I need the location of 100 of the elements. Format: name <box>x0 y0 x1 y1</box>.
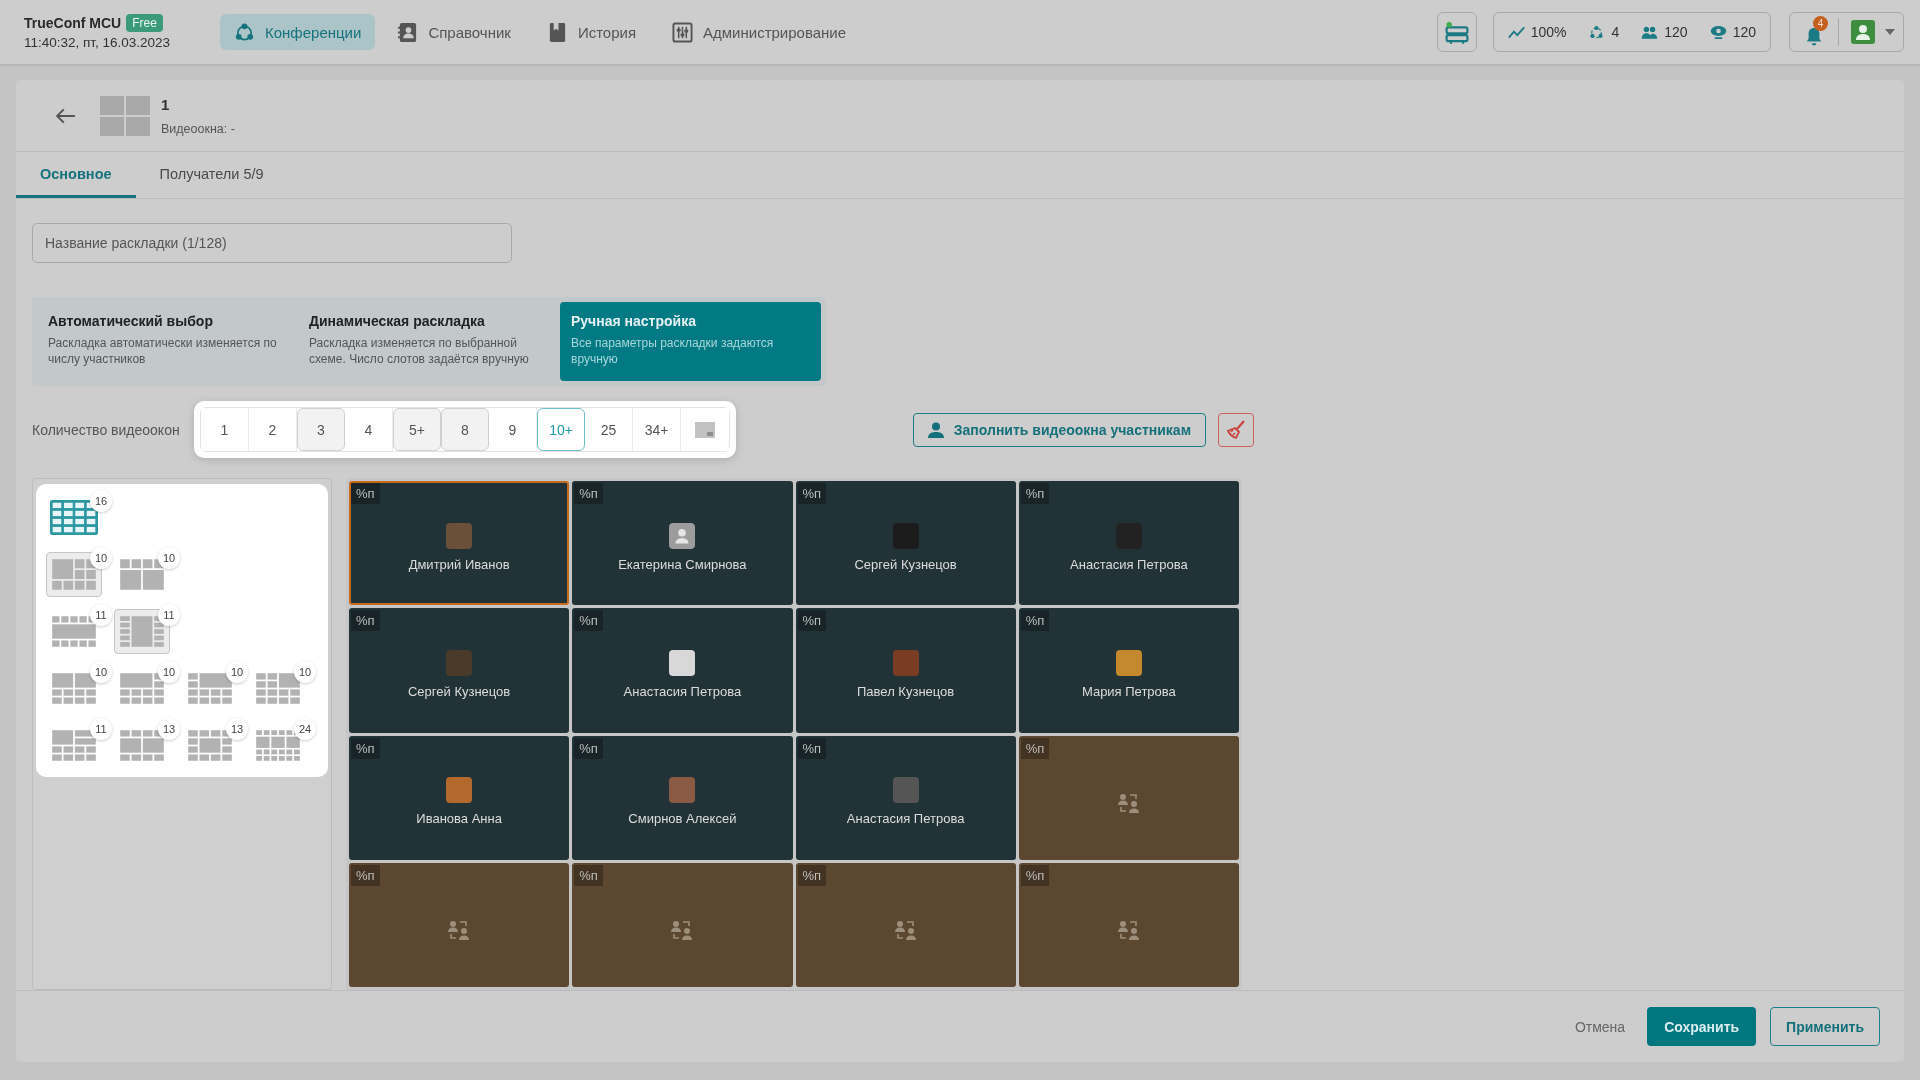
layout-title: 1 <box>161 95 171 113</box>
nav-tab[interactable]: История <box>532 14 651 50</box>
participant-slot[interactable]: %п Смирнов Алексей <box>572 735 793 860</box>
trend-line-icon <box>1507 24 1525 40</box>
slot-tag: %п <box>574 610 603 632</box>
mode-description: Раскладка изменяется по выбранной схеме. Число слотов задаётся вручную <box>309 335 530 367</box>
webcam-icon <box>1709 24 1727 40</box>
slot-count-badge: 13 <box>158 718 180 740</box>
empty-slot[interactable]: %п <box>572 862 793 987</box>
photo-placeholder <box>669 777 696 804</box>
slot-count-badge: 10 <box>90 661 112 683</box>
layout-grid-icon <box>118 728 166 763</box>
participant-name: Павел Кузнецов <box>857 683 955 699</box>
mode-option[interactable]: Ручная настройка Все параметры раскладки задаются вручную <box>560 302 821 381</box>
people-swap-icon <box>1117 792 1140 813</box>
clear-button[interactable] <box>1218 412 1254 447</box>
mode-description: Все параметры раскладки задаются вручную <box>571 335 775 367</box>
slot-count-badge: 11 <box>90 718 112 740</box>
mode-title: Динамическая раскладка <box>309 313 486 329</box>
participant-slot[interactable]: %п Екатерина Смирнова <box>572 481 793 606</box>
slot-tag: %п <box>351 483 380 504</box>
empty-slot[interactable]: %п <box>1018 735 1239 860</box>
participant-slot[interactable]: %п Анастасия Петрова <box>1018 481 1239 606</box>
slot-count-badge: 10 <box>90 547 112 569</box>
participant-slot[interactable]: %п Сергей Кузнецов <box>349 608 570 733</box>
app-name: TrueConf MCU <box>24 15 122 31</box>
participant-slot[interactable]: %п Иванова Анна <box>349 735 570 860</box>
sliders-icon <box>672 21 694 43</box>
window-count-option[interactable]: 5+ <box>393 408 441 451</box>
fill-participants-button[interactable]: Заполнить видеоокна участникам <box>912 412 1206 447</box>
slot-tag: %п <box>797 864 827 886</box>
people-swap-icon <box>894 919 917 940</box>
participant-slot[interactable]: %п Сергей Кузнецов <box>795 481 1016 606</box>
mode-title: Автоматический выбор <box>48 313 214 329</box>
nav-tab[interactable]: Администрирование <box>658 14 861 50</box>
empty-slot[interactable]: %п <box>795 862 1016 987</box>
empty-slot[interactable]: %п <box>349 862 570 987</box>
save-button[interactable]: Сохранить <box>1647 1007 1757 1046</box>
conference-icon <box>234 21 255 43</box>
people-icon <box>1641 24 1659 40</box>
slot-tag: %п <box>574 483 603 504</box>
participant-slot[interactable]: %п Павел Кузнецов <box>795 608 1016 733</box>
slot-tag: %п <box>1020 737 1050 759</box>
layout-grid-icon <box>118 614 166 649</box>
slot-count-badge: 11 <box>158 604 180 626</box>
window-count-option[interactable]: 3 <box>297 408 345 451</box>
stat-value: 100% <box>1530 24 1567 40</box>
window-count-option[interactable]: 8 <box>441 408 489 451</box>
photo-placeholder <box>446 777 473 804</box>
mode-description: Раскладка автоматически изменяется по числу участников <box>48 335 278 367</box>
empty-slot[interactable]: %п <box>1018 862 1239 987</box>
picture-in-picture-icon <box>695 421 715 438</box>
slot-count-badge: 10 <box>158 547 180 569</box>
server-status-button[interactable] <box>1436 12 1477 52</box>
participant-name: Анастасия Петрова <box>623 683 742 699</box>
slot-count-badge: 11 <box>90 604 112 626</box>
slot-count-badge: 10 <box>226 661 248 683</box>
participant-slot[interactable]: %п Мария Петрова <box>1018 608 1239 733</box>
photo-placeholder <box>669 649 696 676</box>
photo-placeholder <box>892 649 919 676</box>
slot-tag: %п <box>574 737 603 759</box>
mode-option[interactable]: Автоматический выбор Раскладка автоматически изменяется по числу участников <box>37 302 298 381</box>
window-count-label: Количество видеоокон <box>32 421 181 438</box>
stat-value: 120 <box>1732 24 1756 40</box>
slot-count-badge: 10 <box>158 661 180 683</box>
slot-tag: %п <box>1020 483 1050 504</box>
photo-placeholder <box>892 777 919 804</box>
slot-tag: %п <box>351 737 380 759</box>
photo-placeholder <box>446 649 473 676</box>
participant-slot[interactable]: %п Дмитрий Иванов <box>349 481 570 606</box>
window-count-option[interactable]: 1 <box>201 408 249 451</box>
participant-name: Дмитрий Иванов <box>408 556 510 572</box>
participant-slot[interactable]: %п Анастасия Петрова <box>572 608 793 733</box>
participant-name: Анастасия Петрова <box>846 811 965 827</box>
layout-name-field[interactable]: Название раскладки (1/128) <box>32 223 512 263</box>
participant-name: Иванова Анна <box>416 811 502 827</box>
contacts-book-icon <box>397 21 419 43</box>
layout-grid-icon <box>50 671 98 706</box>
slot-tag: %п <box>797 737 827 759</box>
participant-slot[interactable]: %п Анастасия Петрова <box>795 735 1016 860</box>
participant-name: Анастасия Петрова <box>1070 556 1188 572</box>
apply-button[interactable]: Применить <box>1770 1007 1880 1046</box>
nav-tab[interactable]: Справочник <box>383 14 525 50</box>
layout-grid-icon <box>254 671 302 706</box>
people-swap-icon <box>448 919 471 940</box>
date-time: 11:40:32, пт, 16.03.2023 <box>24 35 172 50</box>
slot-count-badge: 13 <box>226 718 248 740</box>
back-button[interactable] <box>56 107 76 124</box>
user-avatar-icon <box>1851 20 1875 44</box>
photo-placeholder <box>892 522 919 549</box>
tab[interactable]: Получатели 5/9 <box>135 152 288 198</box>
cancel-button[interactable]: Отмена <box>1566 1007 1634 1046</box>
slot-count-badge: 24 <box>294 718 316 740</box>
person-icon <box>927 421 944 438</box>
participant-name: Мария Петрова <box>1081 683 1176 699</box>
photo-placeholder <box>1115 649 1142 676</box>
photo-placeholder <box>446 522 473 549</box>
layout-thumbnail-icon <box>100 95 150 136</box>
mode-option[interactable]: Динамическая раскладка Раскладка изменяется по выбранной схеме. Число слотов задаётся вручную <box>298 302 559 381</box>
bell-icon <box>1805 26 1823 46</box>
